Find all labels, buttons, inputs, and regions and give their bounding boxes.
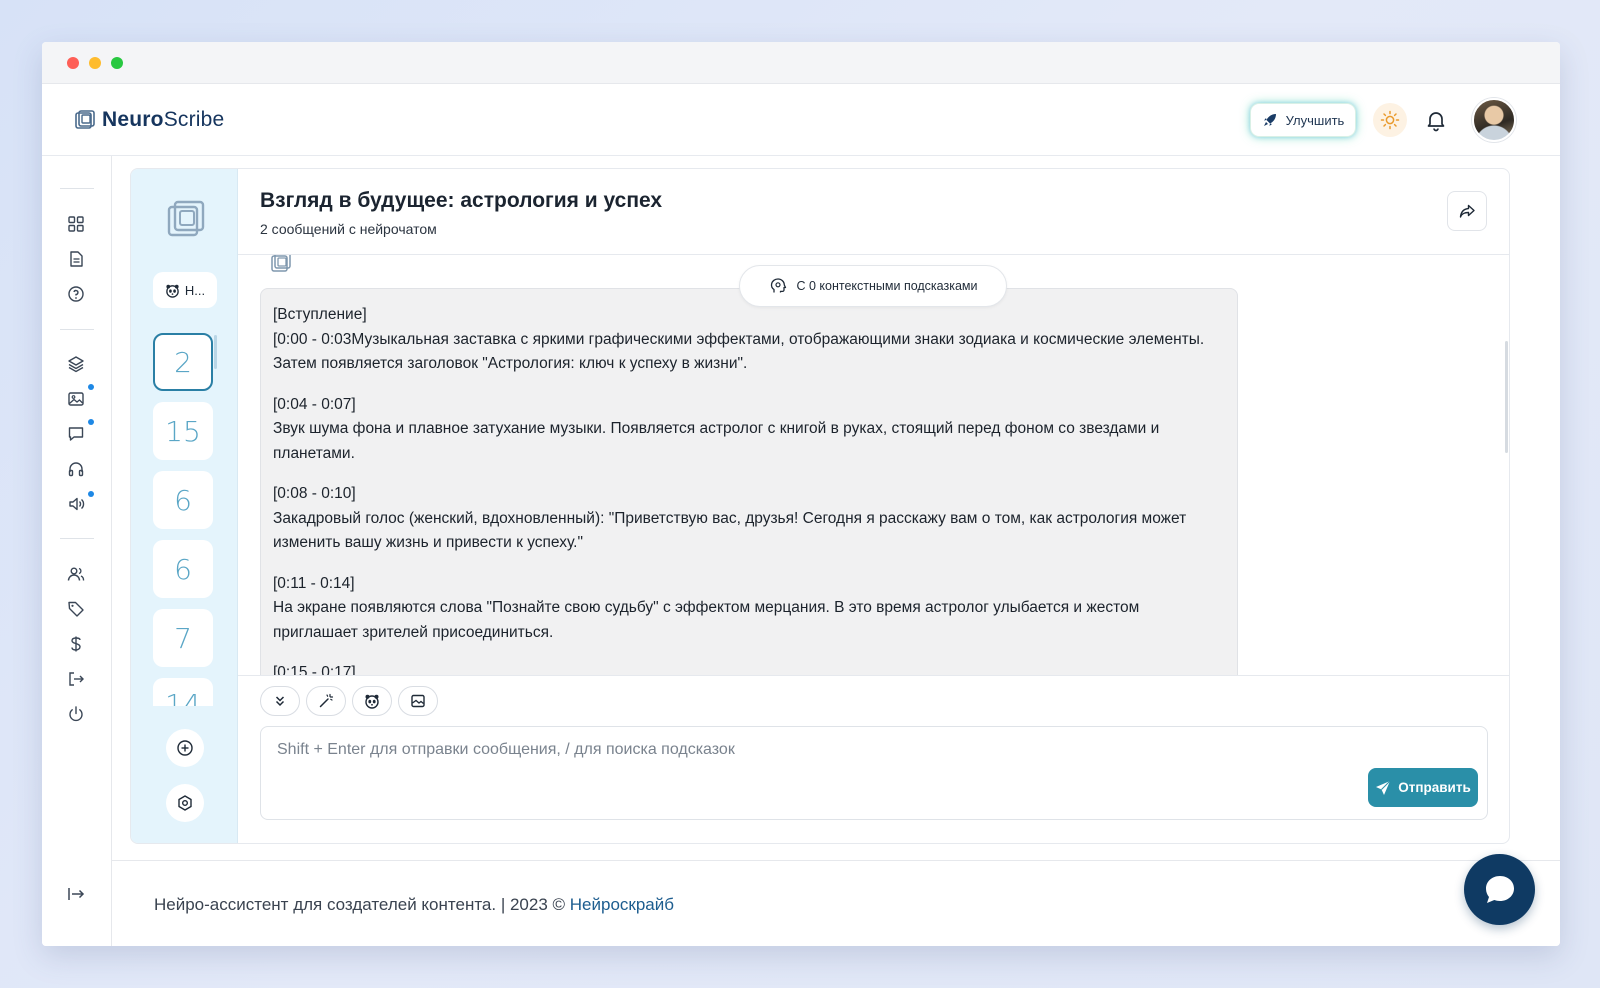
new-chat-button[interactable] — [166, 729, 204, 767]
send-button[interactable]: Отправить — [1368, 768, 1478, 807]
tag-icon — [68, 601, 84, 617]
close-window-button[interactable] — [67, 56, 79, 69]
users-icon — [67, 567, 85, 581]
attach-image-button[interactable] — [398, 686, 438, 716]
message-paragraph: [Вступление] [0:00 - 0:03Музыкальная зас… — [273, 306, 1205, 372]
top-header: NeuroScribe Улучшить — [42, 84, 1560, 156]
message-paragraph: [0:08 - 0:10] Закадровый голос (женский,… — [273, 485, 1187, 551]
help-icon — [68, 286, 84, 302]
sidebar-divider — [60, 188, 94, 189]
chat-list-scrollbar[interactable] — [214, 335, 217, 369]
messages-scrollbar[interactable] — [1505, 341, 1508, 453]
sidebar-divider — [60, 538, 94, 539]
chat-item[interactable]: 6 — [153, 540, 213, 598]
chat-subtitle: 2 сообщений с нейрочатом — [260, 221, 437, 237]
upgrade-button[interactable]: Улучшить — [1250, 103, 1356, 137]
message-composer: Отправить — [238, 675, 1509, 843]
message-paragraph: [0:15 - 0:17] — [273, 664, 356, 675]
settings-hexagon-icon — [178, 795, 192, 811]
notification-dot — [88, 419, 94, 425]
sidebar-item-power[interactable] — [66, 704, 86, 724]
grid-icon — [68, 216, 84, 232]
layers-icon — [68, 356, 84, 373]
notification-dot — [88, 491, 94, 497]
logout-icon — [69, 672, 84, 686]
app-window: NeuroScribe Улучшить Н... 2 15 6 6 7 14 … — [42, 42, 1560, 946]
sidebar-item-tags[interactable] — [66, 599, 86, 619]
panda-icon — [365, 694, 379, 709]
brand-logo[interactable]: NeuroScribe — [74, 108, 224, 132]
sun-icon — [1380, 110, 1400, 130]
document-icon — [70, 251, 83, 267]
chevrons-down-icon — [275, 696, 285, 707]
support-chat-button[interactable] — [1464, 854, 1535, 925]
sidebar-item-templates[interactable] — [66, 354, 86, 374]
speaker-icon — [69, 497, 85, 511]
sidebar-divider — [60, 329, 94, 330]
maximize-window-button[interactable] — [111, 56, 123, 69]
share-icon — [1459, 204, 1475, 218]
headphones-icon — [68, 462, 84, 477]
message-paragraph: [0:11 - 0:14] На экране появляются слова… — [273, 574, 1140, 641]
sidebar-item-documents[interactable] — [66, 249, 86, 269]
message-input[interactable] — [261, 727, 1487, 819]
scroll-down-button[interactable] — [260, 686, 300, 716]
chat-item[interactable]: 2 — [153, 333, 213, 391]
sidebar-item-logout[interactable] — [66, 669, 86, 689]
sidebar-item-billing[interactable] — [66, 634, 86, 654]
send-icon — [1376, 780, 1391, 795]
sidebar-item-voice[interactable] — [66, 494, 86, 514]
page-footer: Нейро-ассистент для создателей контента.… — [112, 860, 1560, 946]
assistant-avatar-icon — [271, 255, 291, 272]
user-avatar[interactable] — [1472, 98, 1516, 142]
footer-text: Нейро-ассистент для создателей контента.… — [154, 895, 674, 914]
power-icon — [69, 706, 83, 722]
brand-name: NeuroScribe — [102, 108, 225, 131]
context-hints-indicator[interactable]: С 0 контекстными подсказками — [739, 265, 1007, 307]
theme-toggle-button[interactable] — [1373, 103, 1407, 137]
messages-area: [Вступление] [0:00 - 0:03Музыкальная зас… — [238, 255, 1509, 675]
notifications-bell-icon[interactable] — [1424, 108, 1448, 132]
expand-sidebar-icon[interactable] — [66, 884, 86, 904]
chat-panel: Н... 2 15 6 6 7 14 Взгляд в будущее: астролог… — [130, 168, 1510, 844]
sidebar-item-dashboard[interactable] — [66, 214, 86, 234]
persona-button[interactable] — [352, 686, 392, 716]
sidebar-item-team[interactable] — [66, 564, 86, 584]
rocket-icon — [1263, 114, 1276, 126]
message-paragraph: [0:04 - 0:07] Звук шума фона и плавное з… — [273, 395, 1160, 462]
assistant-message: [Вступление] [0:00 - 0:03Музыкальная зас… — [260, 288, 1238, 675]
image-icon — [411, 694, 425, 708]
panda-icon — [166, 284, 179, 298]
magic-wand-button[interactable] — [306, 686, 346, 716]
magic-wand-icon — [319, 693, 334, 708]
chat-bubble-icon — [1485, 875, 1514, 903]
window-titlebar — [42, 42, 1560, 84]
brain-head-icon — [770, 278, 786, 293]
footer-brand-link[interactable]: Нейроскрайб — [570, 895, 674, 914]
chat-item[interactable]: 15 — [153, 402, 213, 460]
notification-dot — [88, 384, 94, 390]
sidebar-item-audio[interactable] — [66, 459, 86, 479]
share-button[interactable] — [1447, 191, 1487, 231]
chat-item[interactable]: 7 — [153, 609, 213, 667]
message-input-box — [260, 726, 1488, 820]
neuroscribe-logo-icon — [167, 200, 205, 237]
neuroscribe-logo-icon — [75, 110, 95, 129]
chat-title: Взгляд в будущее: астрология и успех — [260, 189, 663, 212]
chat-list-sidebar: Н... 2 15 6 6 7 14 — [131, 169, 238, 843]
main-sidebar — [42, 156, 112, 946]
chat-header: Взгляд в будущее: астрология и успех 2 с… — [238, 169, 1509, 255]
persona-selector[interactable]: Н... — [153, 272, 217, 308]
sidebar-item-images[interactable] — [66, 389, 86, 409]
image-icon — [68, 392, 84, 406]
chat-item[interactable]: 6 — [153, 471, 213, 529]
chat-item[interactable]: 14 — [153, 678, 213, 706]
chat-settings-button[interactable] — [166, 784, 204, 822]
plus-circle-icon — [177, 740, 193, 756]
sidebar-item-chat[interactable] — [66, 424, 86, 444]
sidebar-item-help[interactable] — [66, 284, 86, 304]
chat-icon — [68, 427, 84, 441]
minimize-window-button[interactable] — [89, 56, 101, 69]
dollar-icon — [71, 636, 81, 652]
